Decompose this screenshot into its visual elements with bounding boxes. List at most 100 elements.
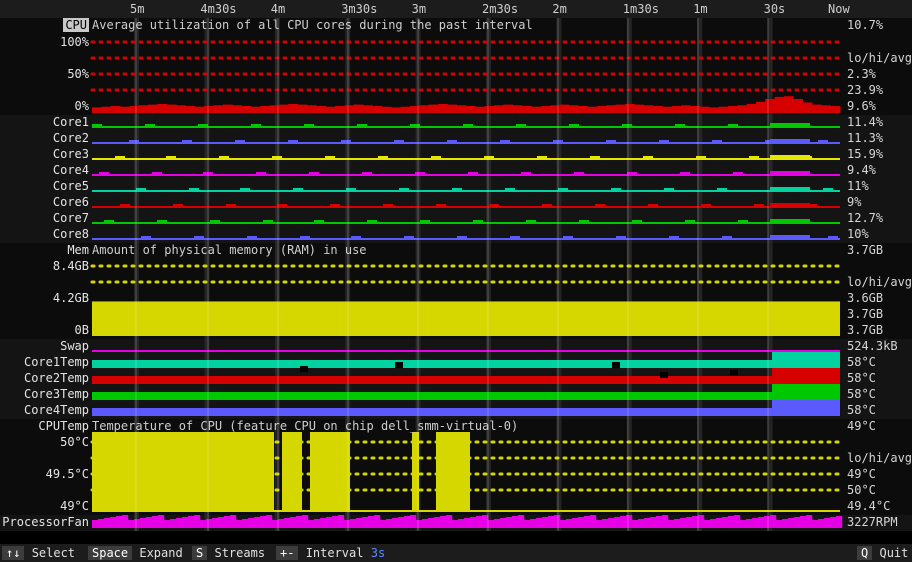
temp-bar-recent [772, 384, 840, 400]
cpu-current-value: 10.7% [847, 18, 884, 32]
core-bump [569, 124, 579, 127]
cpu-history-bar [475, 106, 486, 113]
core-bump [505, 188, 515, 191]
cpu-history-bar [709, 107, 719, 113]
core1-value: 11.4% [847, 115, 884, 129]
cpu-history-bar [746, 103, 757, 113]
cpu-history-bar [783, 96, 794, 113]
core-bump [473, 220, 483, 223]
fan-bar [806, 515, 813, 528]
expand-hint[interactable]: Space Expand [88, 546, 183, 560]
cpu-stat-avg: 9.6% [847, 99, 876, 113]
core2-label[interactable]: Core2 [53, 131, 89, 145]
fan-bar [740, 520, 747, 528]
core-bump [383, 204, 393, 207]
quit-hint[interactable]: Q Quit [857, 546, 908, 560]
fan-bar [98, 519, 105, 528]
fan-bar [386, 519, 393, 528]
core3temp-label[interactable]: Core3Temp [24, 387, 89, 401]
time-highlight [417, 18, 419, 531]
cputemp-label[interactable]: CPUTemp [38, 419, 89, 433]
core7-label[interactable]: Core7 [53, 211, 89, 225]
fan-bar [680, 518, 687, 528]
time-tick: 4m30s [200, 2, 237, 16]
core8-label[interactable]: Core8 [53, 227, 89, 241]
time-tick: 5m [130, 2, 145, 16]
fan-bar [422, 519, 429, 528]
mem-label[interactable]: Mem [67, 243, 89, 257]
fan-bar [254, 517, 261, 528]
core-bump [770, 187, 810, 191]
core4-label[interactable]: Core4 [53, 163, 89, 177]
cpu-history-bar [540, 106, 551, 113]
cpu-history-bar [335, 106, 345, 113]
fan-bar [818, 519, 825, 528]
time-highlight [557, 18, 559, 531]
core-bump [579, 220, 589, 223]
fan-bar [134, 519, 141, 528]
core1temp-value: 58°C [847, 355, 876, 369]
fan-bar [308, 520, 315, 528]
fan-bar [248, 518, 255, 528]
fan-bar [674, 519, 681, 528]
cpu-history-bar [615, 104, 626, 113]
core3-label[interactable]: Core3 [53, 147, 89, 161]
mem-stat-lo: 3.6GB [847, 291, 884, 305]
fan-bar [824, 518, 831, 528]
cpu-history-bar [110, 106, 121, 113]
interval-hint[interactable]: +- Interval 3s [276, 546, 385, 560]
core-bump [293, 188, 303, 191]
core-bump [173, 204, 183, 207]
fan-bar [392, 518, 399, 528]
fan-bar [716, 518, 723, 528]
cpu-history-bar [213, 105, 224, 113]
fan-bar [524, 520, 531, 528]
core-bump [235, 140, 245, 143]
fan-bar [632, 520, 639, 528]
core-bump [680, 172, 690, 175]
fan-bar [290, 517, 297, 528]
core-bump [194, 236, 204, 239]
temp-gap [730, 370, 738, 376]
cpu-label[interactable]: CPU [63, 18, 89, 32]
core5-value: 11% [847, 179, 869, 193]
core5-label[interactable]: Core5 [53, 179, 89, 193]
fan-bar [560, 520, 567, 528]
fan-bar [152, 516, 159, 528]
fan-bar [530, 519, 537, 528]
cpu-history-bar [606, 105, 616, 113]
select-hint[interactable]: ↑↓ Select [2, 546, 75, 560]
cpu-history-bar [447, 104, 458, 113]
fan-bar [128, 520, 135, 528]
temp-bar-recent [772, 352, 840, 368]
cpu-history-bar [232, 105, 242, 113]
fan-bar [578, 517, 585, 528]
core2temp-label[interactable]: Core2Temp [24, 371, 89, 385]
fan-bar [212, 518, 219, 528]
core-bump [314, 220, 324, 223]
core-bump [378, 156, 388, 159]
fan-bar [194, 515, 201, 528]
fan-bar [566, 519, 573, 528]
time-ruler: 5m 4m30s 4m 3m30s 3m 2m30s 2m 1m30s 1m 30s Now [0, 0, 912, 18]
fan-bar [800, 516, 807, 528]
fan-label[interactable]: ProcessorFan [2, 515, 89, 529]
fan-bar [332, 516, 339, 528]
swap-label[interactable]: Swap [60, 339, 89, 353]
core-bump [521, 172, 531, 175]
cpu-history-bar [157, 103, 168, 113]
temp-bar [92, 408, 772, 416]
core6-label[interactable]: Core6 [53, 195, 89, 209]
core1-label[interactable]: Core1 [53, 115, 89, 129]
streams-hint[interactable]: S Streams [192, 546, 265, 560]
cpu-history-bar [624, 103, 635, 113]
temp-gap [612, 362, 620, 368]
temp-bar-recent [772, 400, 840, 416]
fan-bar [116, 516, 123, 528]
fan-bar [830, 517, 837, 528]
core1temp-label[interactable]: Core1Temp [24, 355, 89, 369]
fan-bar [458, 519, 465, 528]
core-bump [436, 204, 446, 207]
core4temp-label[interactable]: Core4Temp [24, 403, 89, 417]
core-bump [733, 172, 743, 175]
